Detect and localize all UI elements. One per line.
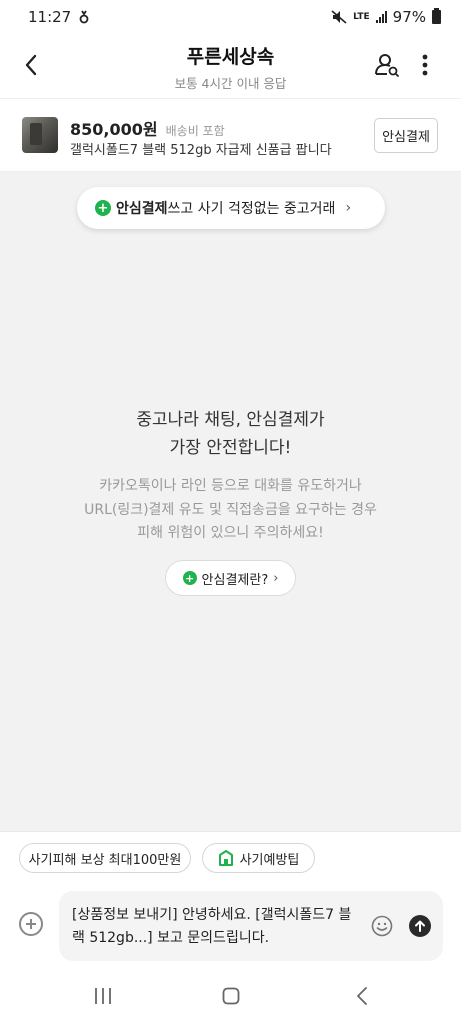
plus-circle-icon: + — [95, 200, 111, 216]
notice-body: 카카오톡이나 라인 등으로 대화를 유도하거나 URL(링크)결제 유도 및 직… — [0, 475, 461, 546]
notice-heading-1: 중고나라 채팅, 안심결제가 — [136, 410, 325, 430]
home-icon — [222, 987, 240, 1005]
add-icon[interactable] — [19, 912, 43, 936]
send-button[interactable] — [409, 915, 431, 937]
signal-icon — [375, 11, 387, 23]
home-button[interactable] — [221, 986, 241, 1006]
more-options-button[interactable] — [409, 48, 441, 82]
recents-icon — [95, 988, 111, 1004]
notice-heading-2: 가장 안전합니다! — [169, 438, 292, 458]
safe-pay-banner-bold: 안심결제 — [116, 201, 168, 217]
profile-search-button[interactable] — [371, 48, 403, 82]
mute-icon — [331, 10, 347, 24]
product-thumbnail[interactable] — [22, 117, 58, 153]
notification-icon — [79, 10, 89, 24]
safe-pay-banner-text: 쓰고 사기 걱정없는 중고거래 — [167, 201, 336, 217]
message-text[interactable]: [상품정보 보내기] 안녕하세요. [갤럭시폴드7 블랙 512gb...] 보… — [72, 904, 362, 950]
emoji-button[interactable] — [371, 915, 393, 937]
system-back-button[interactable] — [352, 986, 372, 1006]
chat-area: + 안심결제 쓰고 사기 걱정없는 중고거래 › 중고나라 채팅, 안심결제가 … — [0, 172, 461, 831]
product-title: 갤럭시폴드7 블랙 512gb 자급제 신품급 팝니다 — [70, 143, 332, 158]
recent-apps-button[interactable] — [92, 986, 114, 1006]
battery-percent: 97% — [392, 8, 426, 26]
shipping-info: 배송비 포함 — [165, 124, 225, 138]
what-is-safe-pay-label: 안심결제란? — [201, 572, 269, 588]
battery-icon — [432, 8, 441, 24]
safe-pay-banner[interactable]: + 안심결제 쓰고 사기 걱정없는 중고거래 › — [77, 187, 385, 229]
safe-pay-button[interactable]: 안심결제 — [374, 118, 438, 153]
message-composer: [상품정보 보내기] 안녕하세요. [갤럭시폴드7 블랙 512gb...] 보… — [0, 890, 461, 964]
fraud-tips-chip[interactable]: 사기예방팁 — [202, 843, 315, 873]
product-summary[interactable]: 850,000원 배송비 포함 갤럭시폴드7 블랙 512gb 자급제 신품급 … — [0, 98, 461, 172]
price-line: 850,000원 배송비 포함 — [70, 116, 225, 140]
user-search-icon — [375, 54, 399, 77]
emoji-icon — [371, 915, 393, 937]
safety-notice: 중고나라 채팅, 안심결제가 가장 안전합니다! 카카오톡이나 라인 등으로 대… — [0, 406, 461, 546]
what-is-safe-pay-button[interactable]: + 안심결제란? › — [165, 560, 296, 596]
network-type: LTE — [353, 11, 370, 22]
chat-header: 푸른세상속 보통 4시간 이내 응답 — [0, 34, 461, 98]
status-time: 11:27 — [28, 8, 72, 26]
more-vertical-icon — [422, 54, 428, 76]
notice-line-2: URL(링크)결제 유도 및 직접송금을 요구하는 경우 — [84, 501, 377, 518]
notice-line-3: 피해 위험이 있으니 주의하세요! — [137, 525, 324, 541]
message-input[interactable]: [상품정보 보내기] 안녕하세요. [갤럭시폴드7 블랙 512gb...] 보… — [59, 891, 443, 961]
chevron-right-icon: › — [345, 200, 352, 216]
product-price: 850,000원 — [70, 120, 158, 139]
notice-line-1: 카카오톡이나 라인 등으로 대화를 유도하거나 — [99, 478, 362, 494]
status-bar: 11:27 LTE 97% — [0, 0, 461, 34]
fraud-tips-label: 사기예방팁 — [239, 852, 300, 868]
compensation-chip[interactable]: 사기피해 보상 최대100만원 — [19, 843, 191, 873]
chevron-right-icon: › — [273, 570, 279, 586]
system-nav-bar — [0, 966, 461, 1024]
quick-chips: 사기피해 보상 최대100만원 사기예방팁 — [0, 831, 461, 883]
back-icon — [357, 987, 367, 1005]
plus-circle-icon: + — [182, 571, 197, 585]
send-arrow-icon — [415, 920, 425, 932]
shield-home-icon — [218, 850, 233, 866]
